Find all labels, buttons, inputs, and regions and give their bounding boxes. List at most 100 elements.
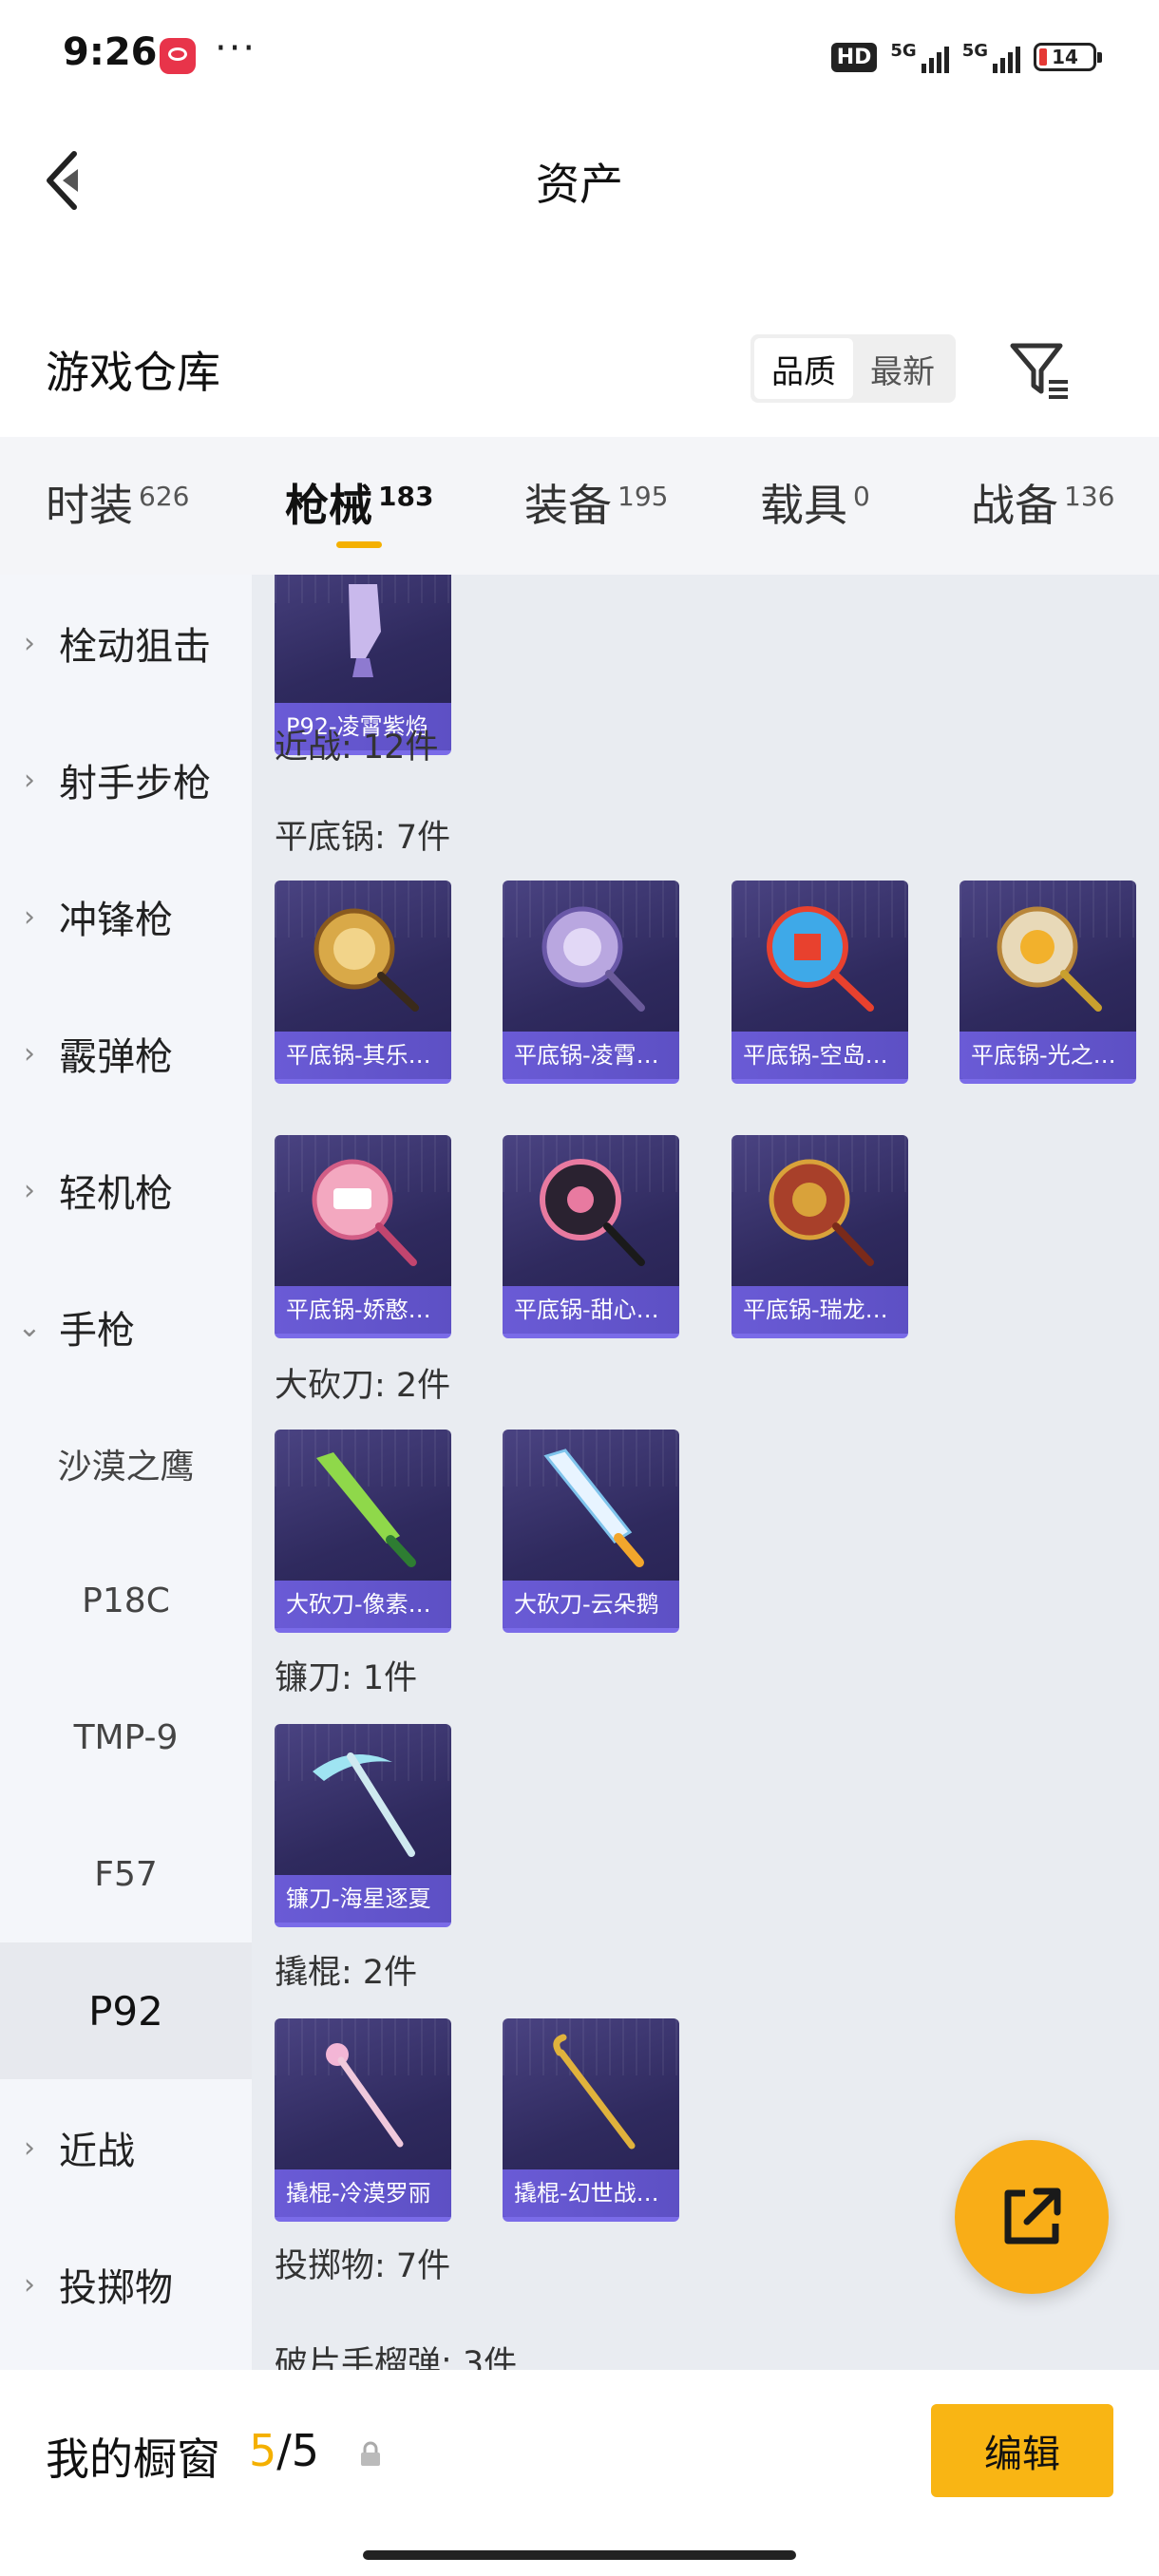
tab-label: 时装 [46, 480, 133, 531]
signal-sim1-icon: 5G [890, 41, 949, 73]
section-label-pan: 平底锅: 7件 [275, 819, 451, 857]
sidebar-subitem-f57[interactable]: F57 [0, 1806, 252, 1942]
battery-icon: 14 [1034, 43, 1102, 71]
sidebar-item-label: 霰弹枪 [59, 1035, 173, 1079]
sidebar-item-dmr[interactable]: › 射手步枪 [0, 711, 252, 848]
status-time: 9:26 [63, 30, 158, 74]
app-notification-icon [160, 38, 196, 74]
chevron-right-icon: › [24, 2131, 35, 2165]
sidebar-item-lmg[interactable]: › 轻机枪 [0, 1122, 252, 1259]
sort-quality-option[interactable]: 品质 [754, 338, 853, 399]
item-card[interactable]: 镰刀-海星逐夏 [275, 1724, 451, 1927]
item-grid: P92-凌霄紫焰 近战: 12件 平底锅: 7件 平底锅-其乐… 平底锅-凌霄…… [252, 575, 1159, 2370]
tab-count: 183 [378, 481, 434, 512]
tab-equipment[interactable]: 装备 195 [524, 471, 668, 534]
tab-label: 枪械 [285, 480, 372, 531]
crowbar-icon [553, 2034, 636, 2150]
signal-sim2-icon: 5G [962, 41, 1020, 73]
chevron-right-icon: › [24, 626, 35, 660]
sidebar-subitem-desert-eagle[interactable]: 沙漠之鹰 [0, 1395, 252, 1532]
section-label-melee: 近战: 12件 [275, 729, 439, 767]
item-card-name: 平底锅-娇憨… [275, 1286, 451, 1334]
active-tab-indicator [336, 541, 382, 548]
edit-button[interactable]: 编辑 [931, 2404, 1113, 2497]
machete-icon [543, 1449, 644, 1567]
item-card[interactable]: 平底锅-其乐… [275, 881, 451, 1084]
tab-count: 195 [618, 481, 669, 512]
item-card[interactable]: 撬棍-幻世战… [503, 2018, 679, 2222]
home-indicator[interactable] [363, 2550, 796, 2560]
tab-label: 载具 [760, 480, 847, 531]
lock-icon [361, 2441, 380, 2466]
sim2-network-label: 5G [961, 41, 988, 61]
sort-toggle: 品质 最新 [750, 334, 956, 403]
sidebar-item-label: 栓动狙击 [59, 625, 211, 669]
sim1-network-label: 5G [890, 41, 917, 61]
item-card-name: 平底锅-空岛… [732, 1032, 908, 1079]
item-card[interactable]: 撬棍-冷漠罗丽 [275, 2018, 451, 2222]
item-card[interactable]: 平底锅-空岛… [732, 881, 908, 1084]
more-notifications-icon: ··· [215, 27, 257, 70]
showcase-count-current: 5 [249, 2425, 277, 2476]
share-button[interactable] [955, 2140, 1109, 2294]
item-card-name: 撬棍-幻世战… [503, 2169, 679, 2217]
chevron-right-icon: › [24, 900, 35, 934]
item-card-name: 镰刀-海星逐夏 [275, 1875, 451, 1923]
item-card-name: 平底锅-其乐… [275, 1032, 451, 1079]
frying-pan-icon [542, 906, 645, 1012]
sort-newest-option[interactable]: 最新 [853, 338, 952, 399]
sidebar-item-label: 射手步枪 [59, 762, 211, 805]
category-tabs: 时装 626 枪械 183 装备 195 载具 0 战备 136 [0, 437, 1159, 575]
status-bar: 9:26 ··· HD 5G 5G 14 [0, 0, 1159, 104]
item-card[interactable]: 平底锅-娇憨… [275, 1135, 451, 1338]
sidebar-item-melee[interactable]: › 近战 [0, 2079, 252, 2216]
item-card-name: 平底锅-凌霄… [503, 1032, 679, 1079]
frying-pan-icon [314, 908, 419, 1012]
item-card[interactable]: 大砍刀-像素… [275, 1430, 451, 1633]
share-icon [1004, 2188, 1061, 2245]
tab-supplies[interactable]: 战备 136 [971, 471, 1114, 534]
sidebar-subitem-p92[interactable]: P92 [0, 1942, 252, 2079]
frying-pan-icon [540, 1159, 645, 1266]
item-card-name: 大砍刀-像素… [275, 1581, 451, 1628]
section-label-sickle: 镰刀: 1件 [275, 1659, 418, 1697]
hd-voice-icon: HD [830, 42, 878, 72]
sidebar-item-throwables[interactable]: › 投掷物 [0, 2216, 252, 2353]
item-card[interactable]: 平底锅-凌霄… [503, 881, 679, 1084]
sidebar-item-pistol[interactable]: ⌄ 手枪 [0, 1259, 252, 1395]
item-card-name: 撬棍-冷漠罗丽 [275, 2169, 451, 2217]
sidebar-item-label: 近战 [59, 2130, 135, 2173]
item-card[interactable]: 大砍刀-云朵鹅 [503, 1430, 679, 1633]
filter-button[interactable] [1005, 334, 1074, 403]
showcase-bar: 我的橱窗 5/5 编辑 [0, 2370, 1159, 2576]
section-label-throwables: 投掷物: 7件 [275, 2247, 451, 2285]
chevron-right-icon: › [24, 1173, 35, 1207]
item-card[interactable]: 平底锅-光之… [960, 881, 1136, 1084]
sidebar-item-label: 手枪 [59, 1309, 135, 1353]
sidebar-item-shotgun[interactable]: › 霰弹枪 [0, 985, 252, 1122]
tab-firearms[interactable]: 枪械 183 [285, 471, 433, 534]
tab-fashion[interactable]: 时装 626 [46, 471, 189, 534]
sidebar-subitem-p18c[interactable]: P18C [0, 1532, 252, 1669]
weapon-category-sidebar: › 栓动狙击 › 射手步枪 › 冲锋枪 › 霰弹枪 › 轻机枪 ⌄ 手枪 沙漠之… [0, 575, 252, 2370]
warehouse-title: 游戏仓库 [46, 347, 220, 398]
tab-vehicles[interactable]: 载具 0 [760, 471, 870, 534]
filter-icon [1010, 343, 1068, 399]
showcase-count: 5/5 [249, 2425, 319, 2476]
item-card[interactable]: 平底锅-甜心… [503, 1135, 679, 1338]
tab-count: 136 [1064, 481, 1115, 512]
page-title: 资产 [536, 159, 623, 210]
tab-label: 装备 [524, 480, 612, 531]
chevron-right-icon: › [24, 1036, 35, 1070]
sidebar-item-label: 投掷物 [59, 2266, 173, 2310]
machete-icon [316, 1452, 416, 1567]
sidebar-item-label: 轻机枪 [59, 1172, 173, 1216]
sidebar-item-bolt-sniper[interactable]: › 栓动狙击 [0, 575, 252, 711]
frying-pan-icon [312, 1159, 417, 1266]
sidebar-item-smg[interactable]: › 冲锋枪 [0, 848, 252, 985]
frying-pan-icon [767, 906, 874, 1012]
sidebar-subitem-tmp9[interactable]: TMP-9 [0, 1669, 252, 1806]
p92-skin-icon [349, 584, 381, 677]
showcase-count-total: /5 [276, 2425, 320, 2476]
item-card[interactable]: 平底锅-瑞龙… [732, 1135, 908, 1338]
